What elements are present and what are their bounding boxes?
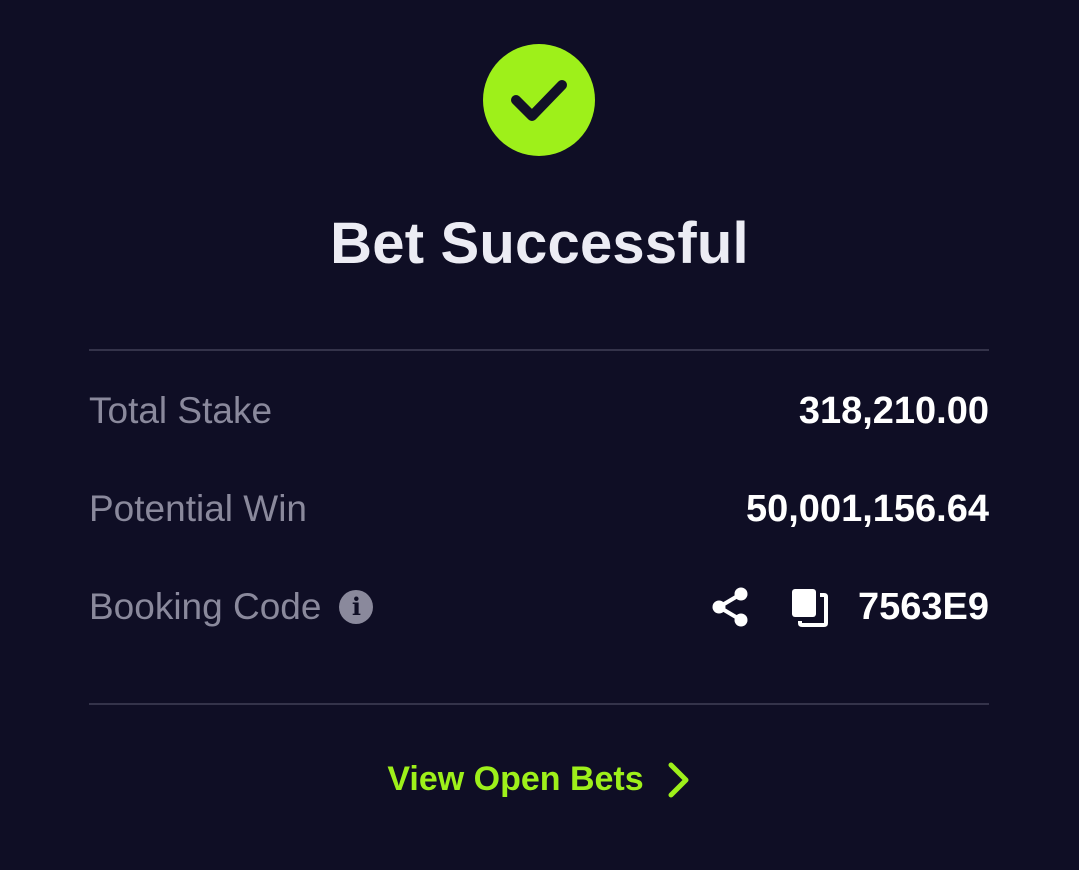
copy-icon[interactable] xyxy=(788,585,828,629)
potential-win-label: Potential Win xyxy=(89,488,307,529)
check-icon xyxy=(483,44,595,156)
info-icon[interactable]: i xyxy=(339,590,374,624)
potential-win-row: Potential Win 50,001,156.64 xyxy=(89,481,989,537)
view-open-bets-label: View Open Bets xyxy=(387,760,644,798)
booking-code-label: Booking Code xyxy=(89,586,322,627)
page-title: Bet Successful xyxy=(330,211,749,276)
total-stake-row: Total Stake 318,210.00 xyxy=(89,383,989,439)
total-stake-value: 318,210.00 xyxy=(798,389,989,432)
booking-code-value[interactable]: 7563E9 xyxy=(858,586,989,629)
chevron-right-icon xyxy=(666,761,692,799)
divider-top xyxy=(89,349,989,351)
booking-code-value-group: 7563E9 xyxy=(708,585,989,629)
divider-bottom xyxy=(89,703,989,705)
booking-code-row: Booking Code i 7563E9 xyxy=(89,579,989,635)
total-stake-label: Total Stake xyxy=(89,390,273,431)
booking-code-label-group: Booking Code i xyxy=(89,586,374,628)
view-open-bets-link[interactable]: View Open Bets xyxy=(0,760,1079,799)
share-icon[interactable] xyxy=(708,585,752,629)
potential-win-value: 50,001,156.64 xyxy=(745,487,989,530)
